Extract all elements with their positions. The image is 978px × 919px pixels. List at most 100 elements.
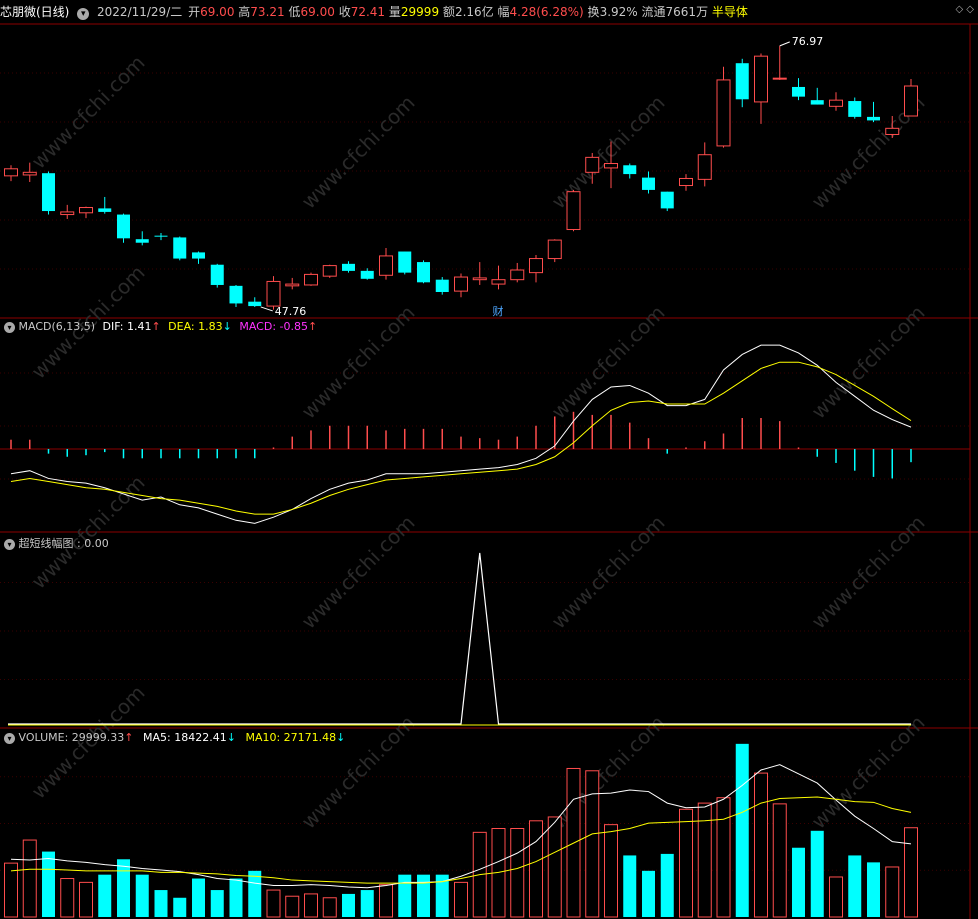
ma5-label: MA5: [143, 731, 171, 744]
dif-line [10, 344, 912, 524]
volume-bar [173, 897, 187, 917]
volume-bar [266, 889, 281, 918]
candle-body [642, 177, 655, 190]
min-pointer-line [260, 306, 273, 312]
volume-bar [792, 847, 805, 917]
candle-body [229, 285, 243, 304]
volume-bar [135, 874, 149, 917]
volume-bar [360, 890, 374, 917]
candle-body [285, 283, 300, 287]
volume-bar [735, 743, 749, 917]
candle-body [192, 252, 205, 259]
volume-bar [754, 772, 768, 918]
volume-bar [4, 862, 18, 918]
watermark-text: www.cfchi.com [27, 51, 150, 174]
candle-body [266, 280, 281, 307]
down-arrow-icon: ↓ [226, 731, 236, 744]
candle-body [716, 79, 731, 147]
volume-bar [454, 881, 468, 918]
candle-body [79, 207, 93, 214]
candle-body [829, 99, 843, 107]
min-price-label: 47.76 [275, 305, 307, 318]
candle-body [867, 116, 880, 121]
candle-body [210, 264, 224, 285]
candle-body [117, 214, 130, 239]
volume-bar [229, 878, 243, 917]
volume-collapse-icon[interactable]: ▾ [4, 733, 15, 744]
volume-bar [885, 866, 900, 918]
candle-body [322, 265, 337, 277]
volume-bar [716, 797, 731, 918]
candle-body [754, 55, 768, 103]
candle-body [98, 208, 112, 212]
volume-bar [848, 855, 862, 917]
candle-body [529, 258, 543, 274]
volume-bar [192, 878, 205, 917]
candle-body [848, 101, 862, 117]
event-marker: 财 [493, 304, 504, 318]
max-pointer-line [779, 41, 790, 47]
watermark-text: www.cfchi.com [547, 511, 670, 634]
candle-body [623, 165, 637, 175]
volume-bar [547, 816, 562, 918]
watermark-text: www.cfchi.com [807, 511, 930, 634]
watermark-text: www.cfchi.com [297, 511, 420, 634]
volume-bar [585, 770, 600, 918]
volume-bar [772, 803, 787, 918]
volume-bar [510, 828, 525, 918]
candle-body [4, 168, 18, 177]
candle-body [398, 251, 412, 273]
macd-label: MACD: [239, 320, 277, 333]
volume-bar [22, 839, 37, 918]
candle-body [60, 211, 75, 216]
volume-bar [529, 820, 543, 918]
volume-bar [904, 827, 918, 918]
candle-body [810, 100, 824, 105]
volume-bar [829, 876, 843, 918]
volume-bar [322, 897, 337, 918]
volume-legend: ▾ VOLUME: 29999.33↑ MA5: 18422.41↓ MA10:… [4, 731, 345, 744]
candle-body [904, 85, 918, 117]
volume-bar [285, 895, 300, 918]
volume-bar [248, 870, 262, 917]
candle-body [454, 276, 468, 292]
macd-collapse-icon[interactable]: ▾ [4, 322, 15, 333]
watermarks: www.cfchi.com www.cfchi.com www.cfchi.com w… [27, 51, 930, 834]
volume-bar [810, 830, 824, 917]
candle-body [547, 239, 562, 260]
dif-value: 1.41 [126, 320, 152, 333]
volume-bar [117, 859, 130, 917]
candle-body [679, 177, 693, 187]
macd-value: -0.85 [279, 320, 309, 333]
candle-body [792, 86, 805, 97]
watermark-text: www.cfchi.com [297, 301, 420, 424]
max-price-label: 76.97 [792, 35, 824, 48]
volume-bar [867, 862, 880, 917]
volume-bar [342, 893, 355, 917]
macd-title: MACD(6,13,5) [18, 320, 96, 333]
candle-body [154, 235, 168, 237]
candle-body [604, 163, 618, 169]
candle-body [735, 63, 749, 100]
watermark-text: www.cfchi.com [297, 711, 420, 834]
amp-value: : 0.00 [77, 537, 109, 550]
watermark-text: www.cfchi.com [807, 711, 930, 834]
amp-title: 超短线幅图 [18, 537, 74, 550]
volume-bar [304, 893, 318, 918]
candle-body [885, 127, 900, 135]
candle-body [585, 156, 600, 173]
down-arrow-icon: ↓ [336, 731, 346, 744]
volume-bar [42, 851, 55, 917]
candle-body [22, 171, 37, 176]
candle-body [472, 277, 487, 281]
volume-bar [679, 808, 693, 918]
dea-value: 1.83 [198, 320, 223, 333]
candle-body [491, 279, 506, 285]
watermark-text: www.cfchi.com [547, 711, 670, 834]
candle-body [417, 262, 430, 283]
volume-bar [98, 874, 112, 917]
candle-body [435, 279, 449, 292]
amp-collapse-icon[interactable]: ▾ [4, 539, 15, 550]
chart-canvas[interactable]: www.cfchi.com www.cfchi.com www.cfchi.com w… [0, 0, 978, 919]
volume-bar [642, 870, 655, 917]
